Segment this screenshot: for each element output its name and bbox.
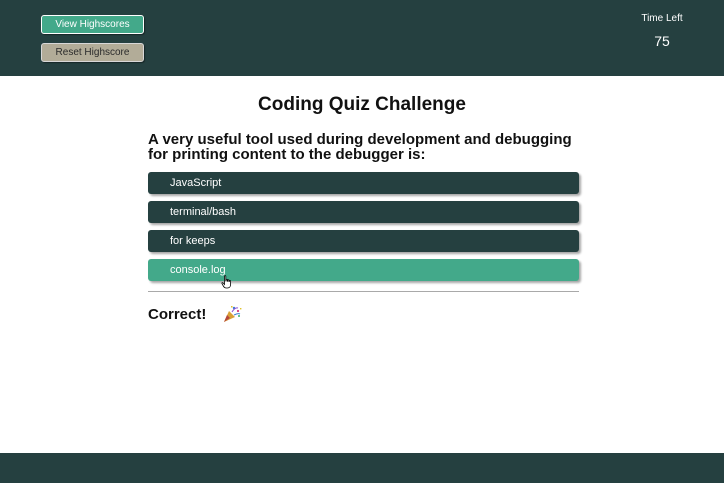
result-message: Correct!	[148, 306, 207, 323]
answer-button-console-log[interactable]: console.log	[148, 259, 579, 281]
timer-label: Time Left	[641, 13, 683, 24]
answer-button-for-keeps[interactable]: for keeps	[148, 230, 579, 252]
answer-list: JavaScript terminal/bash for keeps conso…	[148, 172, 579, 288]
view-highscores-button[interactable]: View Highscores	[41, 15, 144, 34]
timer-value: 75	[654, 33, 670, 49]
page-title: Coding Quiz Challenge	[258, 94, 466, 115]
question-text: A very useful tool used during developme…	[148, 131, 572, 163]
party-popper-icon	[224, 306, 242, 322]
answer-button-javascript[interactable]: JavaScript	[148, 172, 579, 194]
answer-button-terminal-bash[interactable]: terminal/bash	[148, 201, 579, 223]
hand-cursor-icon	[221, 275, 231, 289]
divider	[148, 291, 579, 292]
reset-highscore-button[interactable]: Reset Highscore	[41, 43, 144, 62]
footer	[0, 453, 724, 483]
header: View Highscores Reset Highscore Time Lef…	[0, 0, 724, 76]
